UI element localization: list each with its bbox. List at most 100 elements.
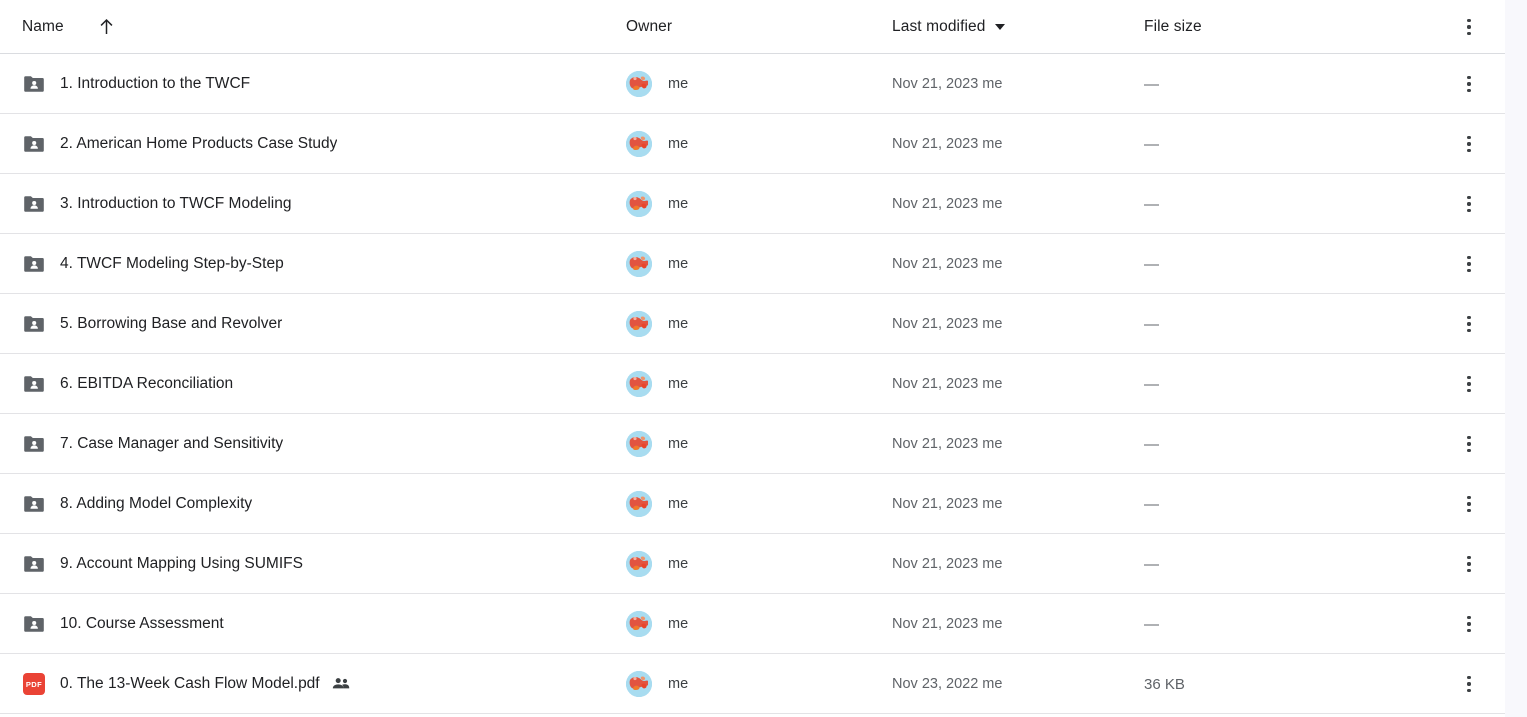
kebab-menu-icon[interactable] (1454, 669, 1484, 699)
row-overflow-menu-button[interactable] (1448, 174, 1490, 234)
cell-file-name[interactable]: PDF 0. The 13-Week Cash Flow Model.pdf (22, 654, 622, 714)
cell-file-size: — (1144, 294, 1404, 354)
column-header-name[interactable]: Name (22, 0, 622, 54)
table-row[interactable]: 9. Account Mapping Using SUMIFS me Nov 21,… (0, 534, 1505, 594)
file-list-view: Name Owner Last modified File size 1. In… (0, 0, 1527, 717)
file-name-label: 0. The 13-Week Cash Flow Model.pdf (60, 675, 320, 692)
row-overflow-menu-button[interactable] (1448, 354, 1490, 414)
table-row[interactable]: 5. Borrowing Base and Revolver me Nov 21, … (0, 294, 1505, 354)
cell-file-name[interactable]: 8. Adding Model Complexity (22, 474, 622, 534)
pdf-badge: PDF (23, 673, 45, 695)
row-overflow-menu-button[interactable] (1448, 114, 1490, 174)
table-row[interactable]: PDF 0. The 13-Week Cash Flow Model.pdf me N… (0, 654, 1505, 714)
kebab-menu-icon[interactable] (1454, 549, 1484, 579)
kebab-menu-icon[interactable] (1454, 69, 1484, 99)
kebab-menu-icon[interactable] (1454, 609, 1484, 639)
table-row[interactable]: 7. Case Manager and Sensitivity me Nov 21,… (0, 414, 1505, 474)
table-row[interactable]: 3. Introduction to TWCF Modeling me Nov 21… (0, 174, 1505, 234)
kebab-menu-icon[interactable] (1454, 369, 1484, 399)
last-modified-label: Nov 21, 2023 me (892, 196, 1003, 212)
row-overflow-menu-button[interactable] (1448, 594, 1490, 654)
column-header-file-size[interactable]: File size (1144, 0, 1404, 54)
arrow-up-icon[interactable] (99, 18, 114, 36)
row-overflow-menu-button[interactable] (1448, 534, 1490, 594)
cell-owner: me (626, 54, 888, 114)
file-size-label: — (1144, 495, 1159, 513)
kebab-menu-icon[interactable] (1454, 249, 1484, 279)
cell-file-name[interactable]: 4. TWCF Modeling Step-by-Step (22, 234, 622, 294)
cell-owner: me (626, 534, 888, 594)
shared-folder-icon (22, 72, 46, 96)
owner-avatar (626, 131, 652, 157)
table-row[interactable]: 10. Course Assessment me Nov 21, 2023 me — (0, 594, 1505, 654)
cell-owner: me (626, 234, 888, 294)
table-row[interactable]: 1. Introduction to the TWCF me Nov 21, 202… (0, 54, 1505, 114)
file-size-label: — (1144, 195, 1159, 213)
cell-last-modified: Nov 23, 2022 me (892, 654, 1140, 714)
file-name-label: 1. Introduction to the TWCF (60, 75, 251, 92)
cell-owner: me (626, 114, 888, 174)
last-modified-label: Nov 21, 2023 me (892, 616, 1003, 632)
cell-owner: me (626, 354, 888, 414)
cell-file-name[interactable]: 9. Account Mapping Using SUMIFS (22, 534, 622, 594)
table-row[interactable]: 6. EBITDA Reconciliation me Nov 21, 2023 m… (0, 354, 1505, 414)
kebab-menu-icon[interactable] (1454, 189, 1484, 219)
table-row[interactable]: 8. Adding Model Complexity me Nov 21, 2023… (0, 474, 1505, 534)
row-overflow-menu-button[interactable] (1448, 294, 1490, 354)
kebab-menu-icon[interactable] (1454, 129, 1484, 159)
column-header-last-modified-label: Last modified (892, 18, 986, 35)
cell-file-name[interactable]: 2. American Home Products Case Study (22, 114, 622, 174)
cell-last-modified: Nov 21, 2023 me (892, 234, 1140, 294)
column-header-file-size-label: File size (1144, 18, 1202, 35)
column-header-last-modified[interactable]: Last modified (892, 0, 1140, 54)
cell-last-modified: Nov 21, 2023 me (892, 474, 1140, 534)
chevron-down-icon[interactable] (994, 24, 1005, 30)
owner-avatar (626, 431, 652, 457)
cell-last-modified: Nov 21, 2023 me (892, 54, 1140, 114)
row-overflow-menu-button[interactable] (1448, 54, 1490, 114)
shared-folder-icon (22, 372, 46, 396)
cell-file-size: — (1144, 474, 1404, 534)
cell-file-name[interactable]: 10. Course Assessment (22, 594, 622, 654)
kebab-menu-icon[interactable] (1454, 309, 1484, 339)
owner-avatar (626, 491, 652, 517)
row-overflow-menu-button[interactable] (1448, 654, 1490, 714)
owner-avatar (626, 71, 652, 97)
owner-avatar (626, 611, 652, 637)
right-gutter (1505, 0, 1527, 717)
cell-file-name[interactable]: 5. Borrowing Base and Revolver (22, 294, 622, 354)
file-size-label: — (1144, 615, 1159, 633)
file-size-label: — (1144, 255, 1159, 273)
kebab-menu-icon[interactable] (1454, 489, 1484, 519)
row-overflow-menu-button[interactable] (1448, 474, 1490, 534)
row-overflow-menu-button[interactable] (1448, 234, 1490, 294)
owner-label: me (668, 676, 689, 692)
file-size-label: — (1144, 555, 1159, 573)
header-overflow-menu-button[interactable] (1448, 0, 1490, 54)
cell-owner: me (626, 414, 888, 474)
cell-owner: me (626, 174, 888, 234)
kebab-menu-icon[interactable] (1454, 429, 1484, 459)
last-modified-label: Nov 21, 2023 me (892, 496, 1003, 512)
shared-folder-icon (22, 612, 46, 636)
file-name-label: 2. American Home Products Case Study (60, 135, 338, 152)
cell-file-name[interactable]: 7. Case Manager and Sensitivity (22, 414, 622, 474)
row-overflow-menu-button[interactable] (1448, 414, 1490, 474)
cell-file-name[interactable]: 3. Introduction to TWCF Modeling (22, 174, 622, 234)
shared-folder-icon (22, 552, 46, 576)
kebab-menu-icon[interactable] (1454, 12, 1484, 42)
cell-file-size: — (1144, 234, 1404, 294)
cell-file-name[interactable]: 1. Introduction to the TWCF (22, 54, 622, 114)
cell-file-size: — (1144, 54, 1404, 114)
file-name-label: 8. Adding Model Complexity (60, 495, 253, 512)
column-header-owner[interactable]: Owner (626, 0, 888, 54)
shared-folder-icon (22, 192, 46, 216)
table-row[interactable]: 4. TWCF Modeling Step-by-Step me Nov 21, 2… (0, 234, 1505, 294)
file-name-label: 10. Course Assessment (60, 615, 224, 632)
column-header-name-label: Name (22, 18, 64, 35)
owner-label: me (668, 616, 689, 632)
cell-file-name[interactable]: 6. EBITDA Reconciliation (22, 354, 622, 414)
table-row[interactable]: 2. American Home Products Case Study me No… (0, 114, 1505, 174)
owner-label: me (668, 316, 689, 332)
owner-label: me (668, 496, 689, 512)
